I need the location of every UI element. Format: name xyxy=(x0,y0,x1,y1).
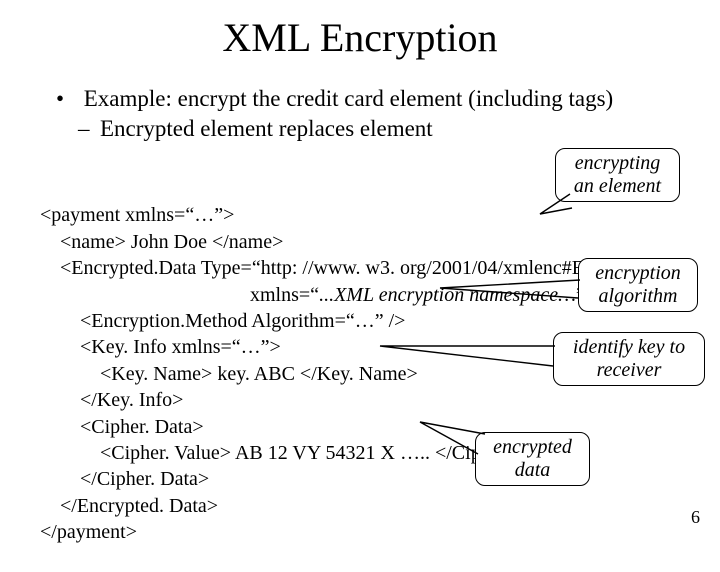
code-line: <Cipher. Data> xyxy=(40,416,204,438)
code-line: <name> John Doe </name> xyxy=(40,231,283,253)
code-line: </Cipher. Data> xyxy=(40,468,209,490)
callout-encrypting-element: encrypting an element xyxy=(555,148,680,202)
code-line: <Encrypted.Data Type=“http: //www. w3. o… xyxy=(40,257,638,279)
code-line: <Encryption.Method Algorithm=“…” /> xyxy=(40,310,405,332)
bullet-sub: Encrypted element replaces element xyxy=(100,116,433,141)
code-line: <Key. Name> key. ABC </Key. Name> xyxy=(40,363,418,385)
code-line: xmlns=“...XML encryption namespace…”> xyxy=(40,284,596,306)
code-line: <payment xmlns=“…”> xyxy=(40,204,234,226)
code-line: <Key. Info xmlns=“…”> xyxy=(40,336,281,358)
code-line: </Key. Info> xyxy=(40,389,183,411)
bullet-main: Example: encrypt the credit card element… xyxy=(84,86,613,111)
callout-encrypted-data: encrypted data xyxy=(475,432,590,486)
callout-encryption-algorithm: encryption algorithm xyxy=(578,258,698,312)
slide-title: XML Encryption xyxy=(0,14,720,61)
code-line: </Encrypted. Data> xyxy=(40,495,218,517)
bullet-list: Example: encrypt the credit card element… xyxy=(56,84,680,144)
page-number: 6 xyxy=(691,507,700,528)
callout-identify-key: identify key to receiver xyxy=(553,332,705,386)
